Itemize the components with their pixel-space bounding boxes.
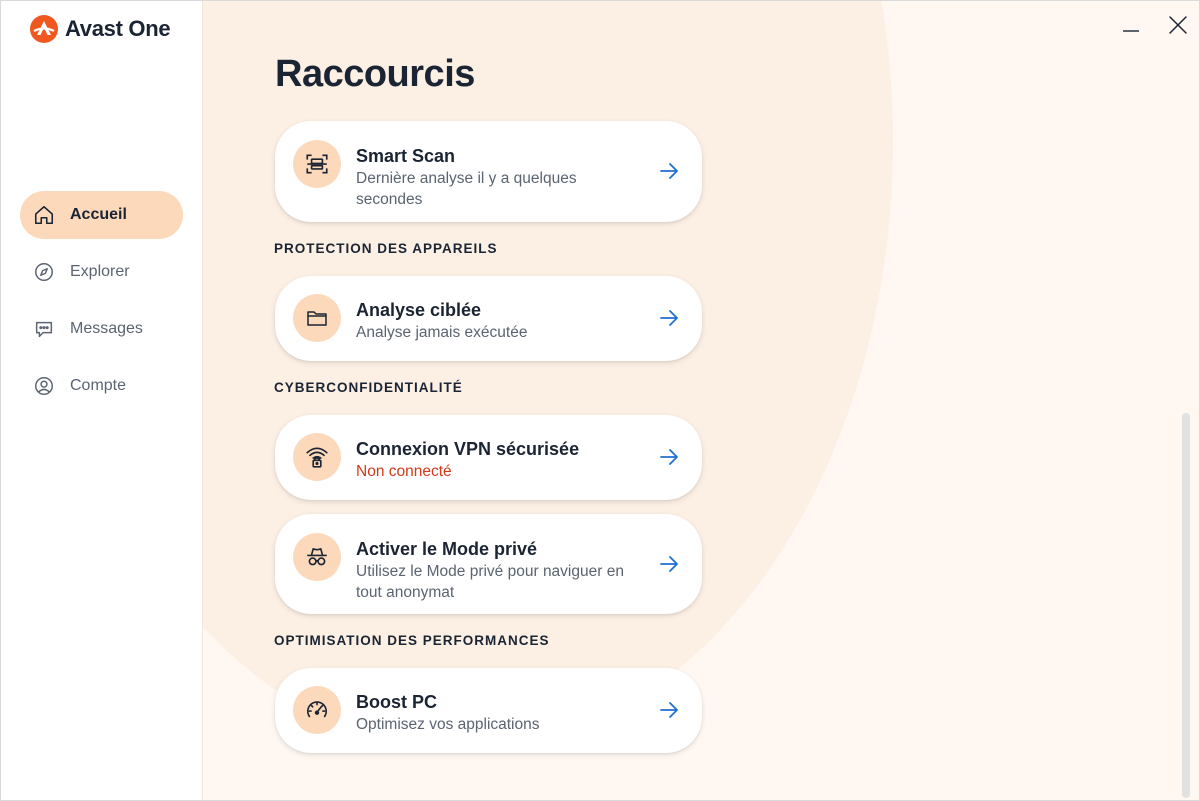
card-title: Activer le Mode privé <box>356 539 538 559</box>
card-subtitle: Analyse jamais exécutée <box>356 324 528 341</box>
arrow-right-icon <box>658 446 680 468</box>
card-subtitle: Dernière analyse il y a quelques seconde… <box>356 170 577 208</box>
app-logo: Avast One <box>29 14 171 44</box>
minimize-icon[interactable] <box>1119 13 1143 37</box>
avast-logo-icon <box>30 15 58 43</box>
arrow-right-icon <box>658 160 680 182</box>
card-subtitle: Optimisez vos applications <box>356 716 540 733</box>
close-icon[interactable] <box>1166 13 1190 37</box>
folder-icon <box>293 294 341 342</box>
section-privacy: CYBERCONFIDENTIALITÉ <box>274 380 463 395</box>
card-title: Connexion VPN sécurisée <box>356 439 580 459</box>
sidebar: Avast One Accueil Explorer Messages Comp… <box>1 1 203 800</box>
sidebar-nav: Accueil Explorer Messages Compte <box>20 191 183 419</box>
card-title: Smart Scan <box>356 146 456 166</box>
page-title: Raccourcis <box>275 53 475 95</box>
section-performance: OPTIMISATION DES PERFORMANCES <box>274 633 550 648</box>
sidebar-item-accueil[interactable]: Accueil <box>20 191 183 239</box>
private-mode-text: Activer le Mode privé Utilisez le Mode p… <box>356 538 642 603</box>
vpn-status: Non connecté <box>356 463 452 480</box>
speedometer-icon <box>293 686 341 734</box>
targeted-scan-text: Analyse ciblée Analyse jamais exécutée <box>356 299 642 343</box>
scrollbar[interactable] <box>1182 413 1190 798</box>
sidebar-item-compte[interactable]: Compte <box>20 362 183 410</box>
section-device-protection: PROTECTION DES APPAREILS <box>274 241 498 256</box>
wifi-lock-icon <box>293 433 341 481</box>
boost-pc-card[interactable]: Boost PC Optimisez vos applications <box>275 668 702 753</box>
scan-icon <box>293 140 341 188</box>
card-subtitle: Utilisez le Mode privé pour naviguer en … <box>356 563 624 601</box>
vpn-text: Connexion VPN sécurisée Non connecté <box>356 438 642 482</box>
boost-pc-text: Boost PC Optimisez vos applications <box>356 691 642 735</box>
private-mode-card[interactable]: Activer le Mode privé Utilisez le Mode p… <box>275 514 702 614</box>
user-circle-icon <box>32 374 56 398</box>
smart-scan-text: Smart Scan Dernière analyse il y a quelq… <box>356 145 642 210</box>
sidebar-item-label: Messages <box>70 320 143 337</box>
arrow-right-icon <box>658 699 680 721</box>
app-name: Avast One <box>65 16 171 41</box>
sidebar-item-messages[interactable]: Messages <box>20 305 183 353</box>
card-title: Boost PC <box>356 692 437 712</box>
sidebar-item-explorer[interactable]: Explorer <box>20 248 183 296</box>
chat-bubble-icon <box>32 317 56 341</box>
incognito-icon <box>293 533 341 581</box>
sidebar-item-label: Accueil <box>70 206 127 223</box>
targeted-scan-card[interactable]: Analyse ciblée Analyse jamais exécutée <box>275 276 702 361</box>
vpn-card[interactable]: Connexion VPN sécurisée Non connecté <box>275 415 702 500</box>
sidebar-item-label: Compte <box>70 377 127 394</box>
card-title: Analyse ciblée <box>356 300 482 320</box>
smart-scan-card[interactable]: Smart Scan Dernière analyse il y a quelq… <box>275 121 702 222</box>
app-window: Avast One Accueil Explorer Messages Comp… <box>0 0 1200 801</box>
arrow-right-icon <box>658 307 680 329</box>
arrow-right-icon <box>658 553 680 575</box>
main-content: Raccourcis Smart Scan Dernière analyse i… <box>203 1 1199 800</box>
sidebar-item-label: Explorer <box>70 263 130 280</box>
home-icon <box>32 203 56 227</box>
compass-icon <box>32 260 56 284</box>
